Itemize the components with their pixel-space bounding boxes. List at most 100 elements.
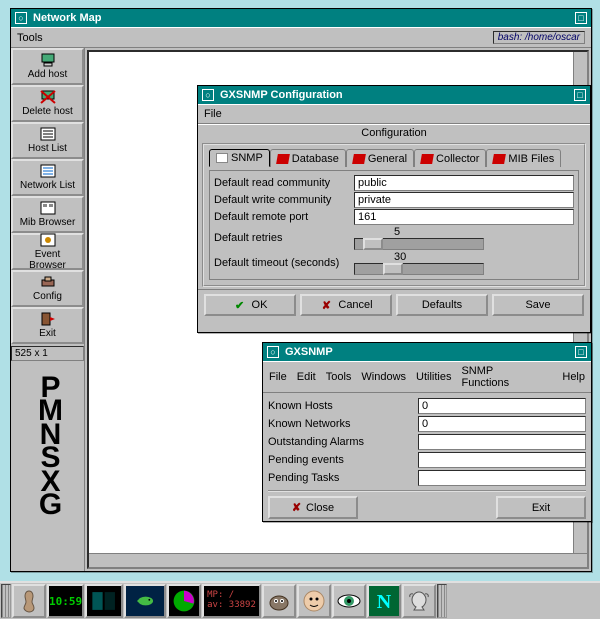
known-hosts-label: Known Hosts [268, 400, 418, 412]
event-browser-icon [39, 232, 57, 248]
config-tab-row: SNMP Database General Collector MIB File… [209, 148, 579, 166]
load-line2: av: 33892 [207, 601, 256, 611]
read-community-input[interactable] [354, 175, 574, 191]
config-button[interactable]: Config [11, 270, 84, 307]
network-map-title: Network Map [33, 12, 101, 24]
config-titlebar[interactable]: ○ GXSNMP Configuration □ [198, 86, 590, 104]
config-button-row: ✔OK ✘Cancel Defaults Save [198, 289, 590, 320]
save-button[interactable]: Save [492, 294, 584, 316]
book-icon [352, 154, 366, 164]
config-window: ○ GXSNMP Configuration □ File Configurat… [197, 85, 591, 333]
panel-handle[interactable] [1, 584, 11, 618]
network-map-titlebar[interactable]: ○ Network Map □ [11, 9, 591, 27]
fish-applet[interactable] [124, 584, 166, 618]
netscape-button[interactable]: N [367, 584, 401, 618]
maximize-icon[interactable]: □ [575, 12, 587, 24]
load-applet[interactable]: MP: / av: 33892 [202, 584, 261, 618]
menu-utilities[interactable]: Utilities [416, 371, 451, 383]
canvas-status: 525 x 1 [11, 346, 84, 361]
maximize-icon[interactable]: □ [575, 346, 587, 358]
menu-tools[interactable]: Tools [326, 371, 352, 383]
known-networks-field[interactable] [418, 416, 586, 432]
exit-icon [39, 311, 57, 327]
menu-file[interactable]: File [269, 371, 287, 383]
menu-tools[interactable]: Tools [17, 32, 43, 44]
tab-snmp[interactable]: SNMP [209, 149, 270, 167]
gimp-button[interactable] [262, 584, 296, 618]
cancel-button[interactable]: ✘Cancel [300, 294, 392, 316]
menu-edit[interactable]: Edit [297, 371, 316, 383]
close-button[interactable]: ✘Close [268, 496, 358, 519]
tab-database[interactable]: Database [270, 149, 346, 167]
pending-tasks-field[interactable] [418, 470, 586, 486]
pending-events-label: Pending events [268, 454, 418, 466]
clock-applet[interactable]: 10:59 [47, 584, 84, 618]
exit-button[interactable]: Exit [11, 307, 84, 344]
gxsnmp-logo: GXSNMP [14, 376, 84, 516]
write-community-input[interactable] [354, 192, 574, 208]
tool-label: Config [33, 291, 62, 302]
event-browser-button[interactable]: Event Browser [11, 233, 84, 270]
book-icon [493, 154, 507, 164]
pager-applet[interactable] [85, 584, 123, 618]
tab-general[interactable]: General [346, 149, 414, 167]
window-menu-icon[interactable]: ○ [15, 12, 27, 24]
svg-text:N: N [377, 591, 392, 613]
add-host-button[interactable]: Add host [11, 48, 84, 85]
slider-thumb[interactable] [383, 263, 403, 275]
host-delete-icon [39, 89, 57, 105]
ok-button[interactable]: ✔OK [204, 294, 296, 316]
retries-slider[interactable] [354, 238, 484, 250]
config-icon [39, 274, 57, 290]
network-map-menubar: Tools bash: /home/oscar [11, 27, 591, 48]
tab-panel-snmp: Default read community Default write com… [209, 170, 579, 280]
book-icon [276, 154, 290, 164]
known-networks-label: Known Networks [268, 418, 418, 430]
disk-usage-applet[interactable] [167, 584, 201, 618]
gnu-button[interactable] [402, 584, 436, 618]
book-icon [420, 154, 434, 164]
slider-thumb[interactable] [363, 238, 383, 250]
tool-label: Delete host [22, 106, 73, 117]
network-list-icon [39, 163, 57, 179]
gnome-foot-button[interactable] [12, 584, 46, 618]
tab-mib-files[interactable]: MIB Files [486, 149, 561, 167]
timeout-slider[interactable] [354, 263, 484, 275]
tab-collector[interactable]: Collector [414, 149, 486, 167]
window-menu-icon[interactable]: ○ [202, 89, 214, 101]
path-indicator: bash: /home/oscar [493, 31, 585, 44]
host-add-icon [39, 52, 57, 68]
host-list-icon [39, 126, 57, 142]
defaults-button[interactable]: Defaults [396, 294, 488, 316]
known-hosts-field[interactable] [418, 398, 586, 414]
gxsnmp-titlebar[interactable]: ○ GXSNMP □ [263, 343, 591, 361]
tool-label: Host List [28, 143, 67, 154]
pending-tasks-label: Pending Tasks [268, 472, 418, 484]
host-list-button[interactable]: Host List [11, 122, 84, 159]
horizontal-scrollbar[interactable] [89, 553, 587, 567]
tool-label: Network List [20, 180, 75, 191]
mib-browser-button[interactable]: Mib Browser [11, 196, 84, 233]
remote-port-input[interactable] [354, 209, 574, 225]
x-icon: ✘ [319, 299, 333, 311]
check-icon: ✔ [233, 299, 247, 311]
outstanding-alarms-field[interactable] [418, 434, 586, 450]
menu-help[interactable]: Help [562, 371, 585, 383]
retries-label: Default retries [214, 232, 354, 244]
gxsnmp-body: Known Hosts Known Networks Outstanding A… [263, 393, 591, 522]
panel-handle[interactable] [437, 584, 447, 618]
window-menu-icon[interactable]: ○ [267, 346, 279, 358]
delete-host-button[interactable]: Delete host [11, 85, 84, 122]
exit-button[interactable]: Exit [496, 496, 586, 519]
maximize-icon[interactable]: □ [574, 89, 586, 101]
menu-file[interactable]: File [204, 108, 222, 120]
menu-windows[interactable]: Windows [361, 371, 406, 383]
eye-applet[interactable] [332, 584, 366, 618]
network-list-button[interactable]: Network List [11, 159, 84, 196]
pending-events-field[interactable] [418, 452, 586, 468]
tool-label: Add host [28, 69, 67, 80]
menu-snmp-functions[interactable]: SNMP Functions [461, 365, 542, 389]
gxsnmp-menubar: File Edit Tools Windows Utilities SNMP F… [263, 361, 591, 393]
control-center-button[interactable] [297, 584, 331, 618]
config-section-label: Configuration [198, 124, 590, 141]
